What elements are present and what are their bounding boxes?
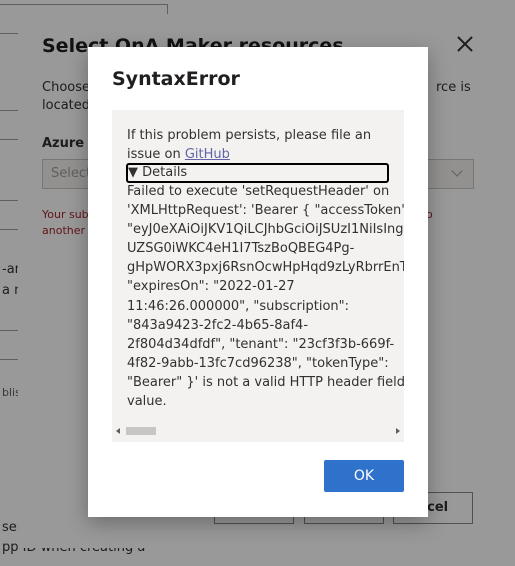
github-link[interactable]: GitHub (185, 147, 230, 162)
details-line: gHpWORX3pxj6RsnOcwHpHqd9zLyRbrrEnTK (127, 260, 404, 276)
details-line: "expiresOn": "2022-01-27 (127, 279, 295, 295)
horizontal-scrollbar[interactable] (116, 425, 400, 437)
error-details-box: If this problem persists, please file an… (112, 110, 404, 442)
scroll-thumb[interactable] (126, 427, 156, 435)
details-line: 2f804d34dfdf", "tenant": "23cf3f3b-669f- (127, 336, 395, 352)
details-line: Failed to execute 'setRequestHeader' on (127, 184, 390, 199)
error-message: If this problem persists, please file an… (127, 126, 402, 164)
scroll-left-icon[interactable] (116, 428, 120, 434)
details-text: Failed to execute 'setRequestHeader' on … (127, 182, 404, 411)
details-line: "eyJ0eXAiOiJKV1QiLCJhbGciOiJSUzI1NiIsIng… (127, 222, 404, 238)
details-line: "843a9423-2fc2-4b65-8af4- (127, 317, 309, 333)
details-line: 11:46:26.000000", "subscription": (127, 298, 350, 314)
details-line: 4f82-9abb-13fc7cd96238", "tokenType": (127, 355, 389, 371)
details-toggle[interactable]: ▼ Details (126, 163, 389, 183)
details-line: "Bearer" }' is not a valid HTTP header f… (127, 374, 404, 390)
details-line: UZSG0iWKC4eH1I7TszBoQBEG4Pg- (127, 241, 355, 257)
dialog-title: SyntaxError (112, 68, 240, 90)
details-line: 'XMLHttpRequest': 'Bearer { "accessToken… (127, 203, 404, 219)
syntax-error-dialog: SyntaxError If this problem persists, pl… (88, 47, 428, 517)
details-line: value. (127, 394, 167, 410)
message-text: If this problem persists, please file an… (127, 128, 372, 162)
ok-button[interactable]: OK (324, 460, 404, 492)
scroll-right-icon[interactable] (396, 428, 400, 434)
